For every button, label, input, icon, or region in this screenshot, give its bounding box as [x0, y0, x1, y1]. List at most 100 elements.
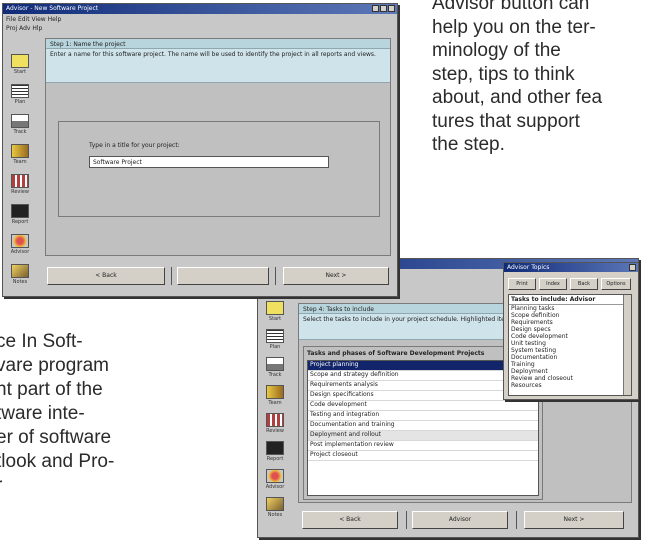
- list-item[interactable]: Post implementation review: [308, 441, 538, 451]
- next-button[interactable]: Next >: [283, 267, 389, 285]
- team-icon: [266, 385, 284, 399]
- nav-divider: [275, 267, 276, 285]
- sidebar-label: Plan: [14, 99, 26, 105]
- sidebar-item-start[interactable]: Start: [8, 54, 32, 80]
- topic-item[interactable]: Resources: [509, 382, 631, 389]
- sidebar-label: Start: [268, 316, 282, 322]
- scrollbar[interactable]: [623, 295, 631, 395]
- list-item[interactable]: Documentation and training: [308, 421, 538, 431]
- topic-item[interactable]: Training: [509, 361, 631, 368]
- right-text-line: about, and other fea: [432, 87, 603, 108]
- sidebar-label: Plan: [269, 344, 281, 350]
- topic-item[interactable]: Deployment: [509, 368, 631, 375]
- minimize-icon[interactable]: [372, 5, 379, 12]
- list-item-label: Deployment and rollout: [310, 431, 381, 438]
- sidebar-label: Report: [11, 219, 29, 225]
- right-text-line: step, tips to think: [432, 63, 575, 85]
- left-text-line: ce In Soft-: [0, 331, 83, 352]
- sidebar-item-plan[interactable]: Plan: [8, 84, 32, 110]
- sidebar-label: Advisor: [265, 484, 285, 490]
- review-icon: [11, 174, 29, 188]
- print-button[interactable]: Print: [508, 278, 536, 290]
- sidebar-item-review[interactable]: Review: [263, 413, 287, 439]
- track-icon: [11, 114, 29, 128]
- task-list-header: Tasks and phases of Software Development…: [307, 350, 485, 357]
- topic-item[interactable]: Requirements: [509, 319, 631, 326]
- advisor-button[interactable]: [177, 267, 269, 285]
- sidebar-item-team[interactable]: Team: [8, 144, 32, 170]
- advisor-button[interactable]: Advisor: [412, 511, 508, 529]
- sidebar-item-team[interactable]: Team: [263, 385, 287, 411]
- list-item[interactable]: Code development: [308, 401, 538, 411]
- sidebar-label: Report: [266, 456, 284, 462]
- advisor-window-name: Advisor - New Software Project File Edit…: [2, 3, 398, 297]
- sidebar-label: Team: [268, 400, 282, 406]
- right-text-line: tures that support: [432, 110, 580, 132]
- review-icon: [266, 413, 284, 427]
- topic-item[interactable]: Design specs: [509, 326, 631, 333]
- sidebar-item-advisor[interactable]: Advisor: [8, 234, 32, 260]
- track-icon: [266, 357, 284, 371]
- topic-item[interactable]: Code development: [509, 333, 631, 340]
- list-item[interactable]: Project closeout: [308, 451, 538, 461]
- step-title: Step 4: Tasks to include: [303, 306, 374, 313]
- next-button[interactable]: Next >: [524, 511, 624, 529]
- sidebar-item-plan[interactable]: Plan: [263, 329, 287, 355]
- window-controls: [629, 264, 636, 271]
- right-text-line: the step.: [432, 134, 505, 155]
- topic-item[interactable]: Documentation: [509, 354, 631, 361]
- advisor-topics-window: Advisor Topics Print Index Back Options …: [503, 262, 639, 400]
- topic-item[interactable]: Unit testing: [509, 340, 631, 347]
- left-text-line: nt part of the: [0, 379, 103, 400]
- sidebar-item-track[interactable]: Track: [263, 357, 287, 383]
- close-icon[interactable]: [388, 5, 395, 12]
- back-button[interactable]: < Back: [302, 511, 398, 529]
- list-item[interactable]: Deployment and rollout: [308, 431, 538, 441]
- sidebar-item-review[interactable]: Review: [8, 174, 32, 200]
- report-icon: [11, 204, 29, 218]
- toolbar[interactable]: Proj Adv Hlp: [6, 25, 42, 32]
- left-text-line: tlook and Pro-: [0, 451, 115, 472]
- sidebar-item-report[interactable]: Report: [8, 204, 32, 230]
- topic-item[interactable]: Review and closeout: [509, 375, 631, 382]
- sidebar-item-notes[interactable]: Notes: [8, 264, 32, 290]
- sidebar-label: Review: [266, 428, 284, 434]
- sidebar-label: Notes: [267, 512, 283, 518]
- nav-divider: [516, 511, 517, 529]
- index-button[interactable]: Index: [539, 278, 567, 290]
- sidebar-item-notes[interactable]: Notes: [263, 497, 287, 523]
- window-controls: [372, 5, 395, 12]
- left-text-line: r: [0, 474, 196, 498]
- sidebar-label: Start: [13, 69, 27, 75]
- left-text-line: er of software: [0, 427, 112, 448]
- window-title: Advisor - New Software Project: [6, 5, 99, 12]
- options-button[interactable]: Options: [601, 278, 631, 290]
- topic-item[interactable]: Planning tasks: [509, 305, 631, 312]
- topics-list[interactable]: Tasks to include: Advisor Planning tasks…: [508, 294, 632, 396]
- list-item-label: Project closeout: [310, 451, 358, 458]
- list-item-label: Documentation and training: [310, 421, 395, 428]
- menu-bar[interactable]: File Edit View Help: [6, 16, 61, 23]
- close-icon[interactable]: [629, 264, 636, 271]
- back-button[interactable]: < Back: [47, 267, 165, 285]
- topic-item[interactable]: System testing: [509, 347, 631, 354]
- project-title-value: Software Project: [93, 159, 142, 166]
- advisor-icon: [266, 469, 284, 483]
- sidebar-item-report[interactable]: Report: [263, 441, 287, 467]
- step-title: Step 1: Name the project: [50, 41, 126, 48]
- sidebar-item-start[interactable]: Start: [263, 301, 287, 327]
- plan-icon: [266, 329, 284, 343]
- window-titlebar: Advisor Topics: [504, 263, 638, 272]
- list-item[interactable]: Testing and integration: [308, 411, 538, 421]
- back-topic-button[interactable]: Back: [570, 278, 598, 290]
- sidebar-item-advisor[interactable]: Advisor: [263, 469, 287, 495]
- title-entry-box: Type in a title for your project: Softwa…: [58, 121, 380, 217]
- window-titlebar: Advisor - New Software Project: [3, 4, 397, 14]
- maximize-icon[interactable]: [380, 5, 387, 12]
- topic-item[interactable]: Scope definition: [509, 312, 631, 319]
- advisor-icon: [11, 234, 29, 248]
- notes-icon: [266, 497, 284, 511]
- sidebar-item-track[interactable]: Track: [8, 114, 32, 140]
- project-title-input[interactable]: Software Project: [89, 156, 329, 168]
- sidebar: Start Plan Track Team Review Report Advi…: [4, 46, 38, 296]
